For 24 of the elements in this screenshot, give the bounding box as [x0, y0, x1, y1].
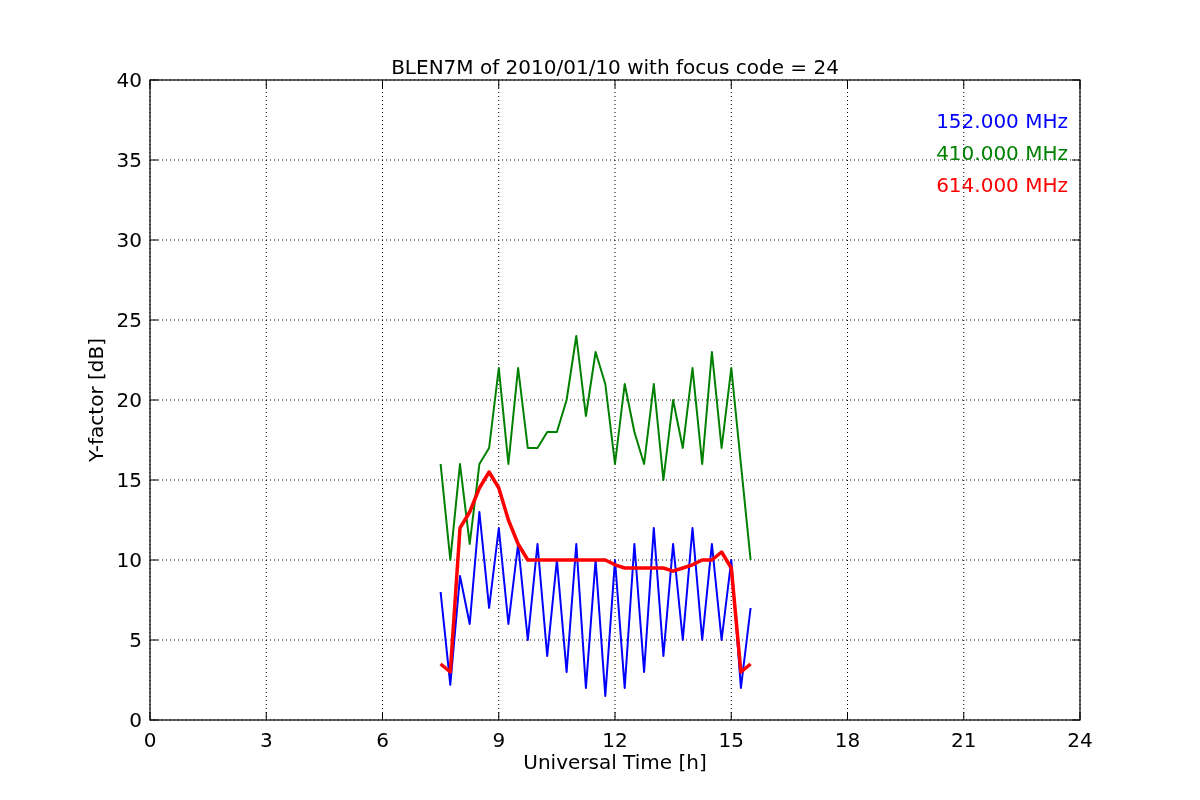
tick-label: 6 — [376, 728, 389, 752]
tick-label: 30 — [116, 228, 142, 252]
x-axis-label: Universal Time [h] — [523, 750, 707, 774]
tick-label: 15 — [116, 468, 142, 492]
tick-label: 10 — [116, 548, 142, 572]
y-axis-label: Y-factor [dB] — [84, 338, 108, 462]
legend-label: 614.000 MHz — [936, 173, 1068, 197]
chart-title: BLEN7M of 2010/01/10 with focus code = 24 — [391, 55, 839, 79]
tick-label: 3 — [259, 728, 273, 752]
tick-label: 15 — [718, 728, 744, 752]
legend-label: 410.000 MHz — [936, 141, 1068, 165]
tick-label: 9 — [492, 728, 506, 752]
tick-label: 40 — [116, 68, 142, 92]
tick-label: 35 — [116, 148, 142, 172]
tick-label: 18 — [834, 728, 861, 752]
tick-label: 24 — [1067, 728, 1093, 752]
tick-label: 20 — [116, 388, 142, 412]
tick-label: 0 — [129, 708, 142, 732]
tick-label: 25 — [116, 308, 142, 332]
tick-label: 5 — [129, 628, 142, 652]
tick-label: 12 — [602, 728, 628, 752]
tick-label: 21 — [951, 728, 977, 752]
legend-label: 152.000 MHz — [936, 109, 1068, 133]
tick-label: 0 — [143, 728, 157, 752]
